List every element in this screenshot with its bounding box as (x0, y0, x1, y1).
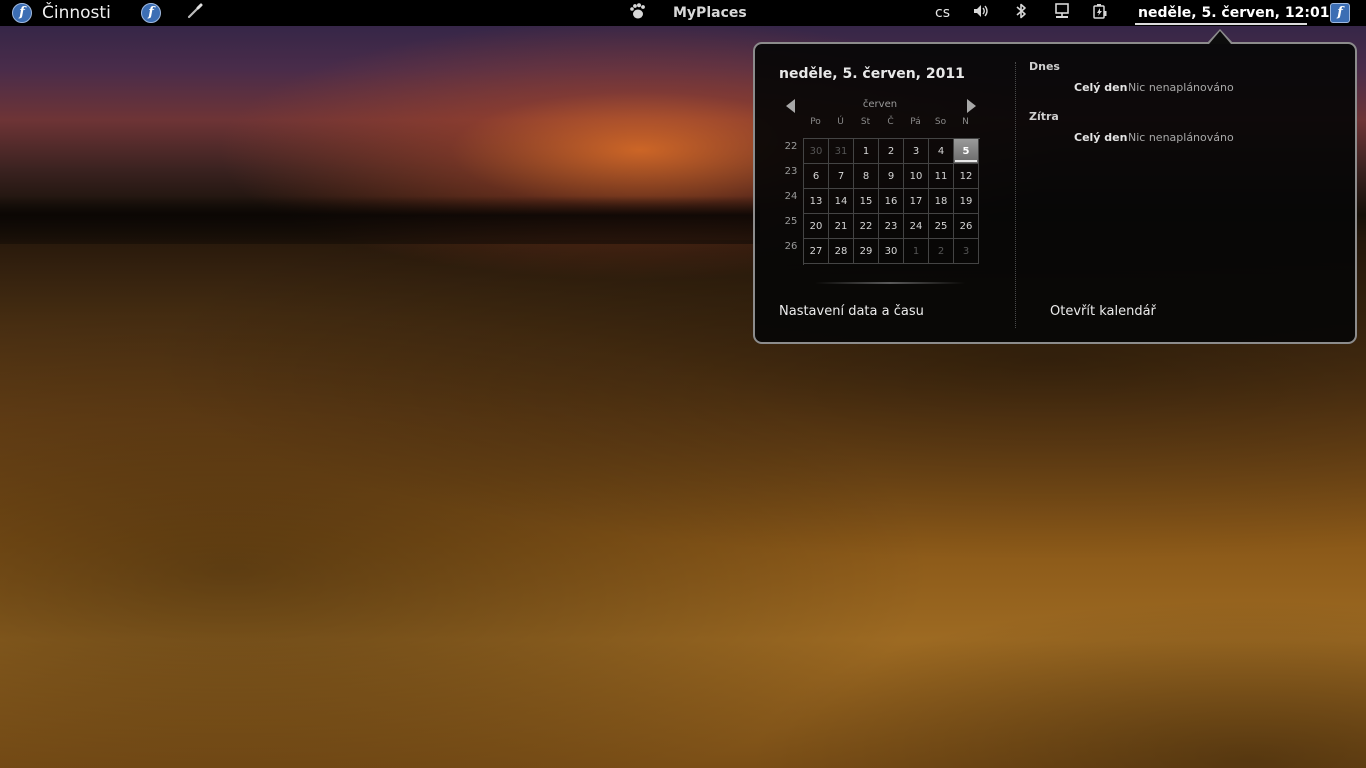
week-number: 23 (784, 166, 798, 177)
calendar-day[interactable]: 29 (854, 239, 879, 264)
calendar-day[interactable]: 16 (879, 189, 904, 214)
event-time: Celý den (1074, 131, 1128, 144)
week-number: 24 (784, 191, 798, 202)
events-today-heading: Dnes (1029, 60, 1060, 73)
fedora-icon: f (141, 3, 161, 23)
battery-indicator[interactable] (1092, 0, 1108, 26)
calendar-day[interactable]: 17 (904, 189, 929, 214)
gnome-foot-icon (628, 2, 646, 24)
calendar-day[interactable]: 3 (954, 239, 979, 264)
calendar-day[interactable]: 28 (829, 239, 854, 264)
column-divider (1015, 62, 1016, 328)
calendar-day[interactable]: 30 (804, 139, 829, 164)
weekday-label: Pá (910, 117, 921, 127)
weekday-label: Po (810, 117, 821, 127)
calendar-popup: neděle, 5. červen, 2011 červen Po Ú St Č… (753, 42, 1357, 344)
keyboard-layout-indicator[interactable]: cs (935, 0, 950, 26)
calendar-day[interactable]: 1 (904, 239, 929, 264)
keyboard-layout-label: cs (935, 5, 950, 21)
calendar-day[interactable]: 6 (804, 164, 829, 189)
calendar-day[interactable]: 15 (854, 189, 879, 214)
week-number: 22 (784, 141, 798, 152)
calendar-day[interactable]: 11 (929, 164, 954, 189)
event-time: Celý den (1074, 81, 1128, 94)
week-number: 26 (784, 241, 798, 252)
weekday-label: St (860, 117, 871, 127)
calendar-day[interactable]: 19 (954, 189, 979, 214)
next-month-icon[interactable] (967, 99, 976, 113)
calendar-day[interactable]: 2 (929, 239, 954, 264)
calendar-day[interactable]: 2 (879, 139, 904, 164)
wallpaper-horizon (0, 196, 760, 244)
calendar-day[interactable]: 25 (929, 214, 954, 239)
top-panel: f Činnosti f MyPlaces cs neděle, 5. červ… (0, 0, 1366, 26)
events-tomorrow-heading: Zítra (1029, 110, 1059, 123)
activities-button[interactable]: f Činnosti (12, 0, 111, 26)
week-number: 25 (784, 216, 798, 227)
calendar-day-today[interactable]: 5 (954, 139, 979, 164)
calendar-day[interactable]: 27 (804, 239, 829, 264)
calendar-day[interactable]: 13 (804, 189, 829, 214)
calendar-day[interactable]: 22 (854, 214, 879, 239)
calendar-day[interactable]: 1 (854, 139, 879, 164)
calendar-day[interactable]: 26 (954, 214, 979, 239)
calendar-day[interactable]: 31 (829, 139, 854, 164)
popup-pointer-fill (1209, 31, 1231, 44)
volume-indicator[interactable] (972, 0, 990, 26)
calendar-day[interactable]: 8 (854, 164, 879, 189)
calendar-day[interactable]: 4 (929, 139, 954, 164)
fedora-launcher[interactable]: f (141, 0, 161, 26)
activities-label: Činnosti (42, 3, 111, 23)
calendar-grid: 30 31 1 2 3 4 5 6 7 8 9 10 11 12 13 14 1… (803, 138, 980, 265)
calendar-day[interactable]: 12 (954, 164, 979, 189)
calendar-day[interactable]: 10 (904, 164, 929, 189)
clock-active-underline (1135, 23, 1307, 25)
calendar-day[interactable]: 3 (904, 139, 929, 164)
weekday-label: So (934, 117, 947, 127)
weekday-label: Č (887, 117, 894, 127)
date-time-settings-button[interactable]: Nastavení data a času (779, 304, 924, 319)
calendar-separator (815, 282, 965, 284)
calendar-day[interactable]: 24 (904, 214, 929, 239)
event-description: Nic nenaplánováno (1128, 81, 1234, 94)
calendar-day[interactable]: 7 (829, 164, 854, 189)
previous-month-icon[interactable] (786, 99, 795, 113)
month-label: červen (862, 99, 898, 110)
app-menu[interactable]: MyPlaces (628, 0, 747, 26)
calendar-day[interactable]: 18 (929, 189, 954, 214)
network-indicator[interactable] (1053, 0, 1071, 26)
bluetooth-icon (1013, 2, 1029, 24)
calendar-day[interactable]: 23 (879, 214, 904, 239)
user-menu[interactable]: f (1330, 0, 1350, 26)
calendar-day[interactable]: 20 (804, 214, 829, 239)
open-calendar-button[interactable]: Otevřít kalendář (1050, 304, 1156, 319)
calendar-day[interactable]: 9 (879, 164, 904, 189)
bluetooth-indicator[interactable] (1013, 0, 1029, 26)
volume-icon (972, 2, 990, 24)
weekday-label: Ú (837, 117, 844, 127)
brush-icon (186, 2, 204, 24)
calendar-day[interactable]: 21 (829, 214, 854, 239)
calendar-day[interactable]: 30 (879, 239, 904, 264)
battery-icon (1092, 2, 1108, 24)
network-icon (1053, 2, 1071, 24)
brush-launcher[interactable] (186, 0, 204, 26)
weekday-label: N (962, 117, 969, 127)
event-description: Nic nenaplánováno (1128, 131, 1234, 144)
fedora-icon: f (1330, 3, 1350, 23)
fedora-icon: f (12, 3, 32, 23)
clock-label: neděle, 5. červen, 12:01 (1138, 5, 1330, 21)
date-heading: neděle, 5. červen, 2011 (779, 66, 965, 82)
calendar-day[interactable]: 14 (829, 189, 854, 214)
myplaces-label: MyPlaces (673, 5, 747, 21)
